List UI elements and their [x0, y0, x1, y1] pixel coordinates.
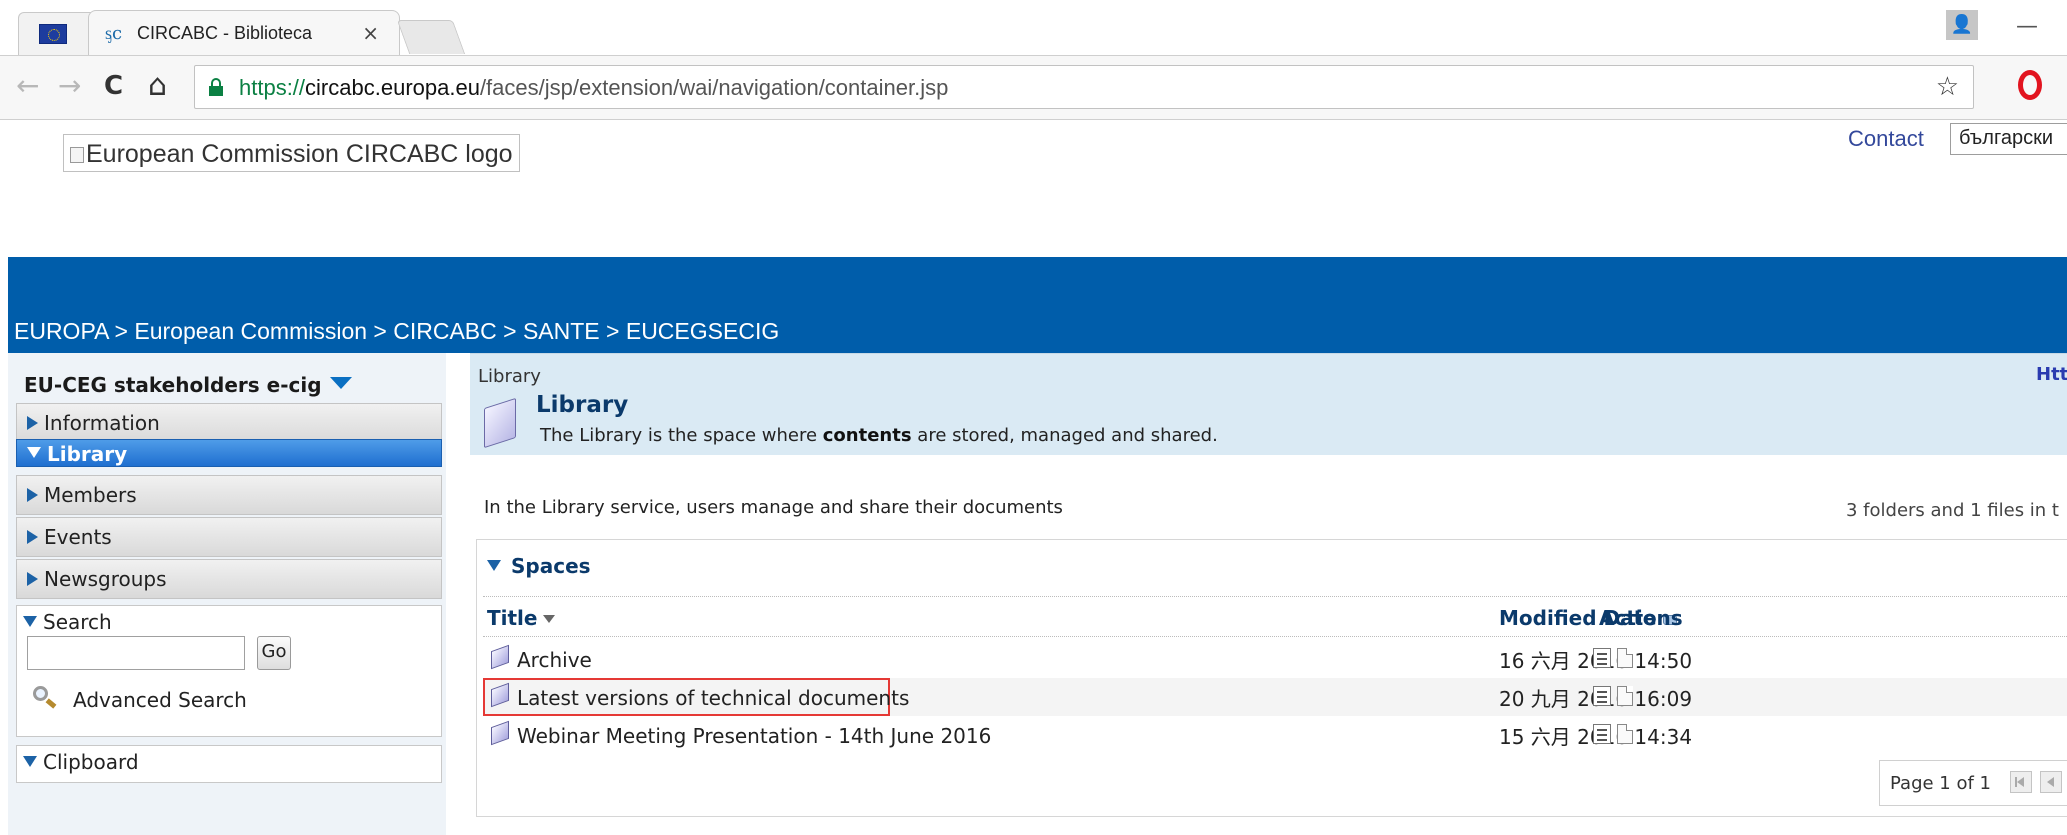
browser-tab-active[interactable]: ᶊc CIRCABC - Biblioteca × — [88, 10, 400, 56]
page-indicator: Page 1 of 1 — [1890, 773, 1991, 794]
clipboard-panel-title[interactable]: Clipboard — [23, 750, 139, 774]
collapse-arrow-icon — [23, 756, 37, 767]
magnifier-icon — [33, 686, 59, 710]
tab-title: CIRCABC - Biblioteca — [137, 23, 313, 43]
space-folder-icon — [489, 682, 511, 708]
details-icon[interactable] — [1593, 648, 1611, 668]
left-navigation: EU-CEG stakeholders e-cig Information Li… — [8, 353, 446, 835]
dropdown-triangle-icon — [329, 377, 352, 389]
library-header: Library Htt Library The Library is the s… — [470, 353, 2067, 455]
table-row[interactable]: Webinar Meeting Presentation - 14th June… — [483, 716, 2067, 754]
library-intro-text: In the Library service, users manage and… — [484, 497, 1063, 518]
circabc-logo[interactable]: European Commission CIRCABC logo — [63, 134, 520, 172]
expand-arrow-icon — [27, 530, 38, 544]
pagination: Page 1 of 1 — [1879, 760, 2067, 806]
search-go-button[interactable]: Go — [257, 636, 291, 670]
address-url: https://circabc.europa.eu/faces/jsp/exte… — [239, 75, 949, 100]
bookmark-star-icon[interactable]: ☆ — [1936, 72, 1959, 102]
main-content: Library Htt Library The Library is the s… — [470, 353, 2067, 835]
reload-icon[interactable]: C — [104, 70, 123, 102]
item-count-text: 3 folders and 1 files in t — [1846, 500, 2059, 521]
back-icon[interactable]: ← — [16, 70, 39, 102]
home-icon[interactable]: ⌂ — [148, 70, 167, 102]
collapse-arrow-icon — [27, 447, 41, 458]
previous-page-icon[interactable] — [2040, 771, 2062, 793]
column-header-actions: Actions — [1599, 606, 1683, 630]
table-row[interactable]: Archive 16 六月 2016 14:50 — [483, 640, 2067, 678]
copy-icon[interactable] — [1617, 648, 1633, 668]
space-title-link[interactable]: Latest versions of technical documents — [517, 686, 909, 710]
space-folder-icon — [489, 644, 511, 670]
forward-icon[interactable]: → — [58, 70, 81, 102]
page-content: European Commission CIRCABC logo Contact… — [0, 120, 2067, 835]
circabc-favicon-icon: ᶊc — [105, 23, 123, 44]
sort-desc-icon — [543, 615, 556, 623]
tab-close-icon[interactable]: × — [362, 21, 379, 45]
expand-arrow-icon — [27, 488, 38, 502]
sidebar-item-members[interactable]: Members — [16, 475, 442, 515]
sidebar-item-newsgroups[interactable]: Newsgroups — [16, 559, 442, 599]
collapse-arrow-icon — [23, 616, 37, 627]
sidebar-item-library[interactable]: Library — [16, 439, 442, 467]
user-profile-icon[interactable]: 👤 — [1946, 10, 1978, 40]
spaces-title[interactable]: Spaces — [487, 554, 591, 578]
library-icon — [480, 397, 520, 449]
sidebar-item-information[interactable]: Information — [16, 403, 442, 443]
search-input[interactable] — [27, 636, 245, 670]
browser-titlebar: ᶊc CIRCABC - Biblioteca × 👤 — — [0, 0, 2067, 56]
content-breadcrumb[interactable]: Library — [478, 366, 541, 387]
space-title-link[interactable]: Webinar Meeting Presentation - 14th June… — [517, 724, 991, 748]
page-description: The Library is the space where contents … — [540, 425, 1218, 446]
spaces-panel: Spaces Title Modified Date Actions Archi… — [476, 539, 2067, 817]
details-icon[interactable] — [1593, 724, 1611, 744]
address-bar[interactable]: https://circabc.europa.eu/faces/jsp/exte… — [194, 65, 1974, 109]
advanced-search-link[interactable]: Advanced Search — [33, 686, 247, 712]
opera-icon[interactable] — [2018, 70, 2042, 100]
expand-arrow-icon — [27, 416, 38, 430]
expand-arrow-icon — [27, 572, 38, 586]
sidebar-item-events[interactable]: Events — [16, 517, 442, 557]
clipboard-panel: Clipboard — [16, 745, 442, 783]
secure-lock-icon — [209, 78, 223, 96]
copy-icon[interactable] — [1617, 686, 1633, 706]
copy-icon[interactable] — [1617, 724, 1633, 744]
language-select[interactable]: български — [1950, 123, 2067, 155]
page-title: Library — [536, 392, 629, 418]
search-panel-title[interactable]: Search — [23, 610, 112, 634]
browser-tab-eu[interactable] — [18, 12, 96, 56]
browser-toolbar: ← → C ⌂ https://circabc.europa.eu/faces/… — [0, 56, 2067, 120]
broken-image-icon — [70, 147, 84, 163]
column-header-title[interactable]: Title — [487, 606, 556, 630]
http-link[interactable]: Htt — [2036, 364, 2067, 385]
eu-flag-icon — [39, 24, 67, 44]
space-title[interactable]: EU-CEG stakeholders e-cig — [24, 373, 352, 397]
space-title-link[interactable]: Archive — [517, 648, 592, 672]
minimize-window-icon[interactable]: — — [2016, 14, 2038, 39]
table-row[interactable]: Latest versions of technical documents 2… — [483, 678, 2067, 716]
details-icon[interactable] — [1593, 686, 1611, 706]
breadcrumb[interactable]: EUROPA > European Commission > CIRCABC >… — [14, 318, 779, 345]
new-tab-button[interactable] — [396, 20, 466, 54]
first-page-icon[interactable] — [2010, 771, 2032, 793]
search-panel: Search Go Advanced Search — [16, 605, 442, 737]
space-folder-icon — [489, 720, 511, 746]
contact-link[interactable]: Contact — [1848, 126, 1924, 152]
collapse-arrow-icon — [487, 560, 501, 571]
